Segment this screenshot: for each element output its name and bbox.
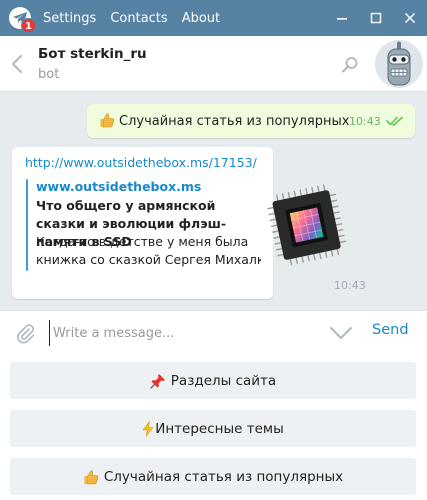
chat-status: bot — [38, 67, 60, 82]
pushpin-icon — [150, 373, 166, 389]
maximize-button[interactable] — [359, 0, 393, 36]
search-icon[interactable] — [341, 56, 359, 74]
keyboard-button-label: Интересные темы — [155, 420, 284, 437]
outgoing-message-text: Случайная статья из популярных — [99, 112, 349, 132]
outgoing-message[interactable]: Случайная статья из популярных 10:43 — [87, 104, 415, 138]
lightning-icon — [142, 420, 154, 437]
chat-header: Бот sterkin_ru bot — [0, 36, 427, 92]
main-menu: Settings Contacts About — [43, 0, 220, 36]
outgoing-time: 10:43 — [349, 115, 381, 128]
link-preview-site[interactable]: www.outsidethebox.ms — [36, 179, 201, 194]
maximize-icon — [370, 12, 382, 24]
message-history[interactable]: Случайная статья из популярных 10:43 htt… — [0, 92, 427, 310]
link-preview-description-line: Когда-то в детстве у меня была — [36, 234, 249, 249]
message-composer: Send — [0, 310, 427, 356]
robot-avatar-icon — [387, 41, 411, 86]
menu-settings[interactable]: Settings — [43, 11, 96, 26]
unread-badge: 1 — [21, 18, 36, 33]
close-window-button[interactable] — [393, 0, 427, 36]
close-icon — [404, 12, 416, 24]
title-bar: 1 Settings Contacts About — [0, 0, 427, 36]
thumbs-up-icon — [99, 112, 115, 132]
window-controls — [325, 0, 427, 36]
incoming-time: 10:43 — [334, 279, 366, 292]
link-preview-description: Когда-то в детстве у меня была книжка со… — [36, 233, 261, 269]
keyboard-button-random-popular-article[interactable]: Случайная статья из популярных — [10, 458, 416, 495]
thumbs-up-icon — [83, 469, 99, 485]
send-button[interactable]: Send — [372, 322, 409, 338]
minimize-button[interactable] — [325, 0, 359, 36]
keyboard-button-site-sections[interactable]: Разделы сайта — [10, 362, 416, 399]
link-preview-description-line: книжка со сказкой Сергея Михалк... — [36, 252, 261, 267]
chat-title[interactable]: Бот sterkin_ru — [38, 46, 147, 62]
keyboard-button-label: Разделы сайта — [170, 372, 277, 389]
back-arrow-icon[interactable] — [10, 54, 24, 74]
paperclip-attach-icon[interactable] — [14, 322, 36, 344]
link-preview-thumbnail-image[interactable] — [264, 181, 350, 267]
keyboard-button-interesting-topics[interactable]: Интересные темы — [10, 410, 416, 447]
read-double-check-icon — [386, 116, 403, 126]
keyboard-button-label: Случайная статья из популярных — [103, 468, 344, 485]
message-input[interactable] — [49, 320, 319, 346]
link-preview-bar — [26, 179, 28, 271]
outgoing-text: Случайная статья из популярных — [119, 114, 350, 129]
menu-about[interactable]: About — [182, 11, 220, 26]
message-link[interactable]: http://www.outsidethebox.ms/17153/ — [25, 155, 257, 170]
incoming-message[interactable]: http://www.outsidethebox.ms/17153/ www.o… — [12, 147, 366, 299]
minimize-icon — [337, 18, 347, 20]
menu-contacts[interactable]: Contacts — [110, 11, 167, 26]
bot-keyboard: Разделы сайта Интересные темы Случайная … — [0, 356, 427, 500]
chevron-down-keyboard-toggle-icon[interactable] — [329, 326, 353, 340]
bot-avatar[interactable] — [375, 40, 423, 88]
